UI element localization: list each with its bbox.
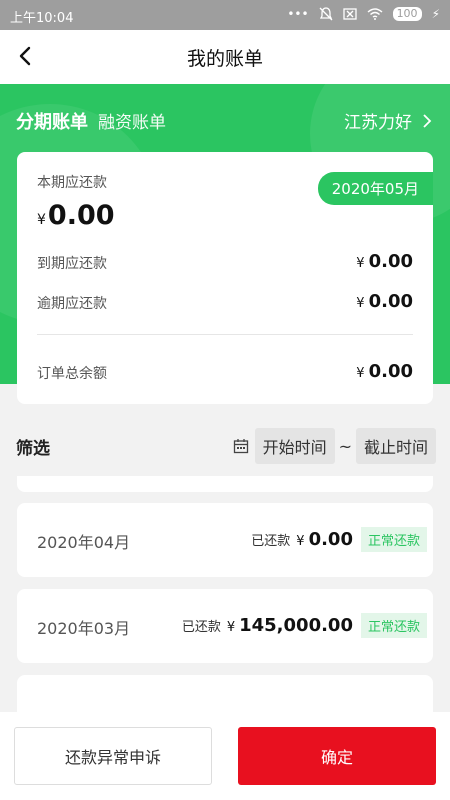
list-item-partial <box>17 675 433 712</box>
calendar-icon <box>233 439 248 454</box>
start-time-button[interactable]: 开始时间 <box>254 428 335 464</box>
tab-installment-bill[interactable]: 分期账单 <box>16 108 88 134</box>
confirm-button[interactable]: 确定 <box>238 727 436 785</box>
currency-symbol: ¥ <box>356 296 365 311</box>
bill-amount: ¥145,000.00 <box>227 615 353 636</box>
paid-label: 已还款 <box>251 534 291 549</box>
battery-indicator: 100 <box>392 7 422 21</box>
total-balance-amount: ¥0.00 <box>356 361 413 382</box>
appeal-button[interactable]: 还款异常申诉 <box>14 727 212 785</box>
paid-label: 已还款 <box>181 620 221 635</box>
status-icons: ••• 100 ⚡ <box>287 7 440 21</box>
due-label: 到期应还款 <box>37 256 107 272</box>
list-item-partial <box>17 476 433 492</box>
currency-symbol: ¥ <box>296 534 305 549</box>
bottom-action-bar: 还款异常申诉 确定 <box>0 712 450 800</box>
status-badge: 正常还款 <box>360 527 427 552</box>
bill-summary-card: 2020年05月 本期应还款 ¥0.00 到期应还款 ¥0.00 逾期应还款 ¥… <box>17 152 433 404</box>
wifi-icon <box>367 8 383 20</box>
bill-payment-info: 已还款 ¥145,000.00 正常还款 <box>182 613 427 638</box>
range-separator: ~ <box>338 436 352 456</box>
bill-list-item[interactable]: 2020年04月 已还款 ¥0.00 正常还款 <box>17 503 433 577</box>
divider <box>37 334 413 335</box>
nav-bar: 我的账单 <box>0 30 450 84</box>
date-range-filter: 开始时间 ~ 截止时间 <box>233 428 436 464</box>
total-balance-label: 订单总余额 <box>37 366 107 382</box>
bill-month: 2020年04月 <box>37 533 131 552</box>
bill-payment-info: 已还款 ¥0.00 正常还款 <box>251 527 427 552</box>
due-amount: ¥0.00 <box>356 251 413 272</box>
status-bar: 上午10:04 ••• 100 ⚡ <box>0 0 450 30</box>
overdue-label: 逾期应还款 <box>37 296 107 312</box>
end-time-button[interactable]: 截止时间 <box>355 428 436 464</box>
period-badge[interactable]: 2020年05月 <box>317 172 433 205</box>
filter-title: 筛选 <box>16 439 50 459</box>
company-selector[interactable]: 江苏力好 <box>344 108 432 133</box>
bill-list: 2020年04月 已还款 ¥0.00 正常还款 2020年03月 已还款 ¥14… <box>0 476 450 712</box>
close-box-icon <box>342 8 357 20</box>
more-dots-icon: ••• <box>287 7 309 21</box>
due-value: 0.00 <box>368 251 413 272</box>
currency-symbol: ¥ <box>356 256 365 271</box>
page-title: 我的账单 <box>186 48 263 70</box>
status-badge: 正常还款 <box>360 613 427 638</box>
chevron-right-icon <box>423 113 432 128</box>
total-balance-value: 0.00 <box>368 361 413 382</box>
status-time: 上午10:04 <box>10 11 74 26</box>
overdue-amount: ¥0.00 <box>356 291 413 312</box>
bill-amount-value: 145,000.00 <box>239 615 353 636</box>
bill-amount-value: 0.00 <box>308 529 353 550</box>
charging-icon: ⚡ <box>431 7 440 21</box>
currency-symbol: ¥ <box>37 212 46 228</box>
filter-row: 筛选 开始时间 ~ 截止时间 <box>0 426 450 464</box>
bill-month: 2020年03月 <box>37 619 131 638</box>
current-due-amount: ¥0.00 <box>37 200 115 231</box>
overdue-value: 0.00 <box>368 291 413 312</box>
company-name: 江苏力好 <box>344 113 412 133</box>
currency-symbol: ¥ <box>226 620 236 635</box>
bill-amount: ¥0.00 <box>296 529 353 550</box>
bill-tabs: 分期账单 融资账单 <box>16 108 166 134</box>
mute-bell-icon <box>319 7 333 21</box>
currency-symbol: ¥ <box>356 366 365 381</box>
current-due-value: 0.00 <box>47 200 115 231</box>
current-due-label: 本期应还款 <box>37 175 107 191</box>
tab-finance-bill[interactable]: 融资账单 <box>98 108 166 133</box>
bill-list-item[interactable]: 2020年03月 已还款 ¥145,000.00 正常还款 <box>17 589 433 663</box>
